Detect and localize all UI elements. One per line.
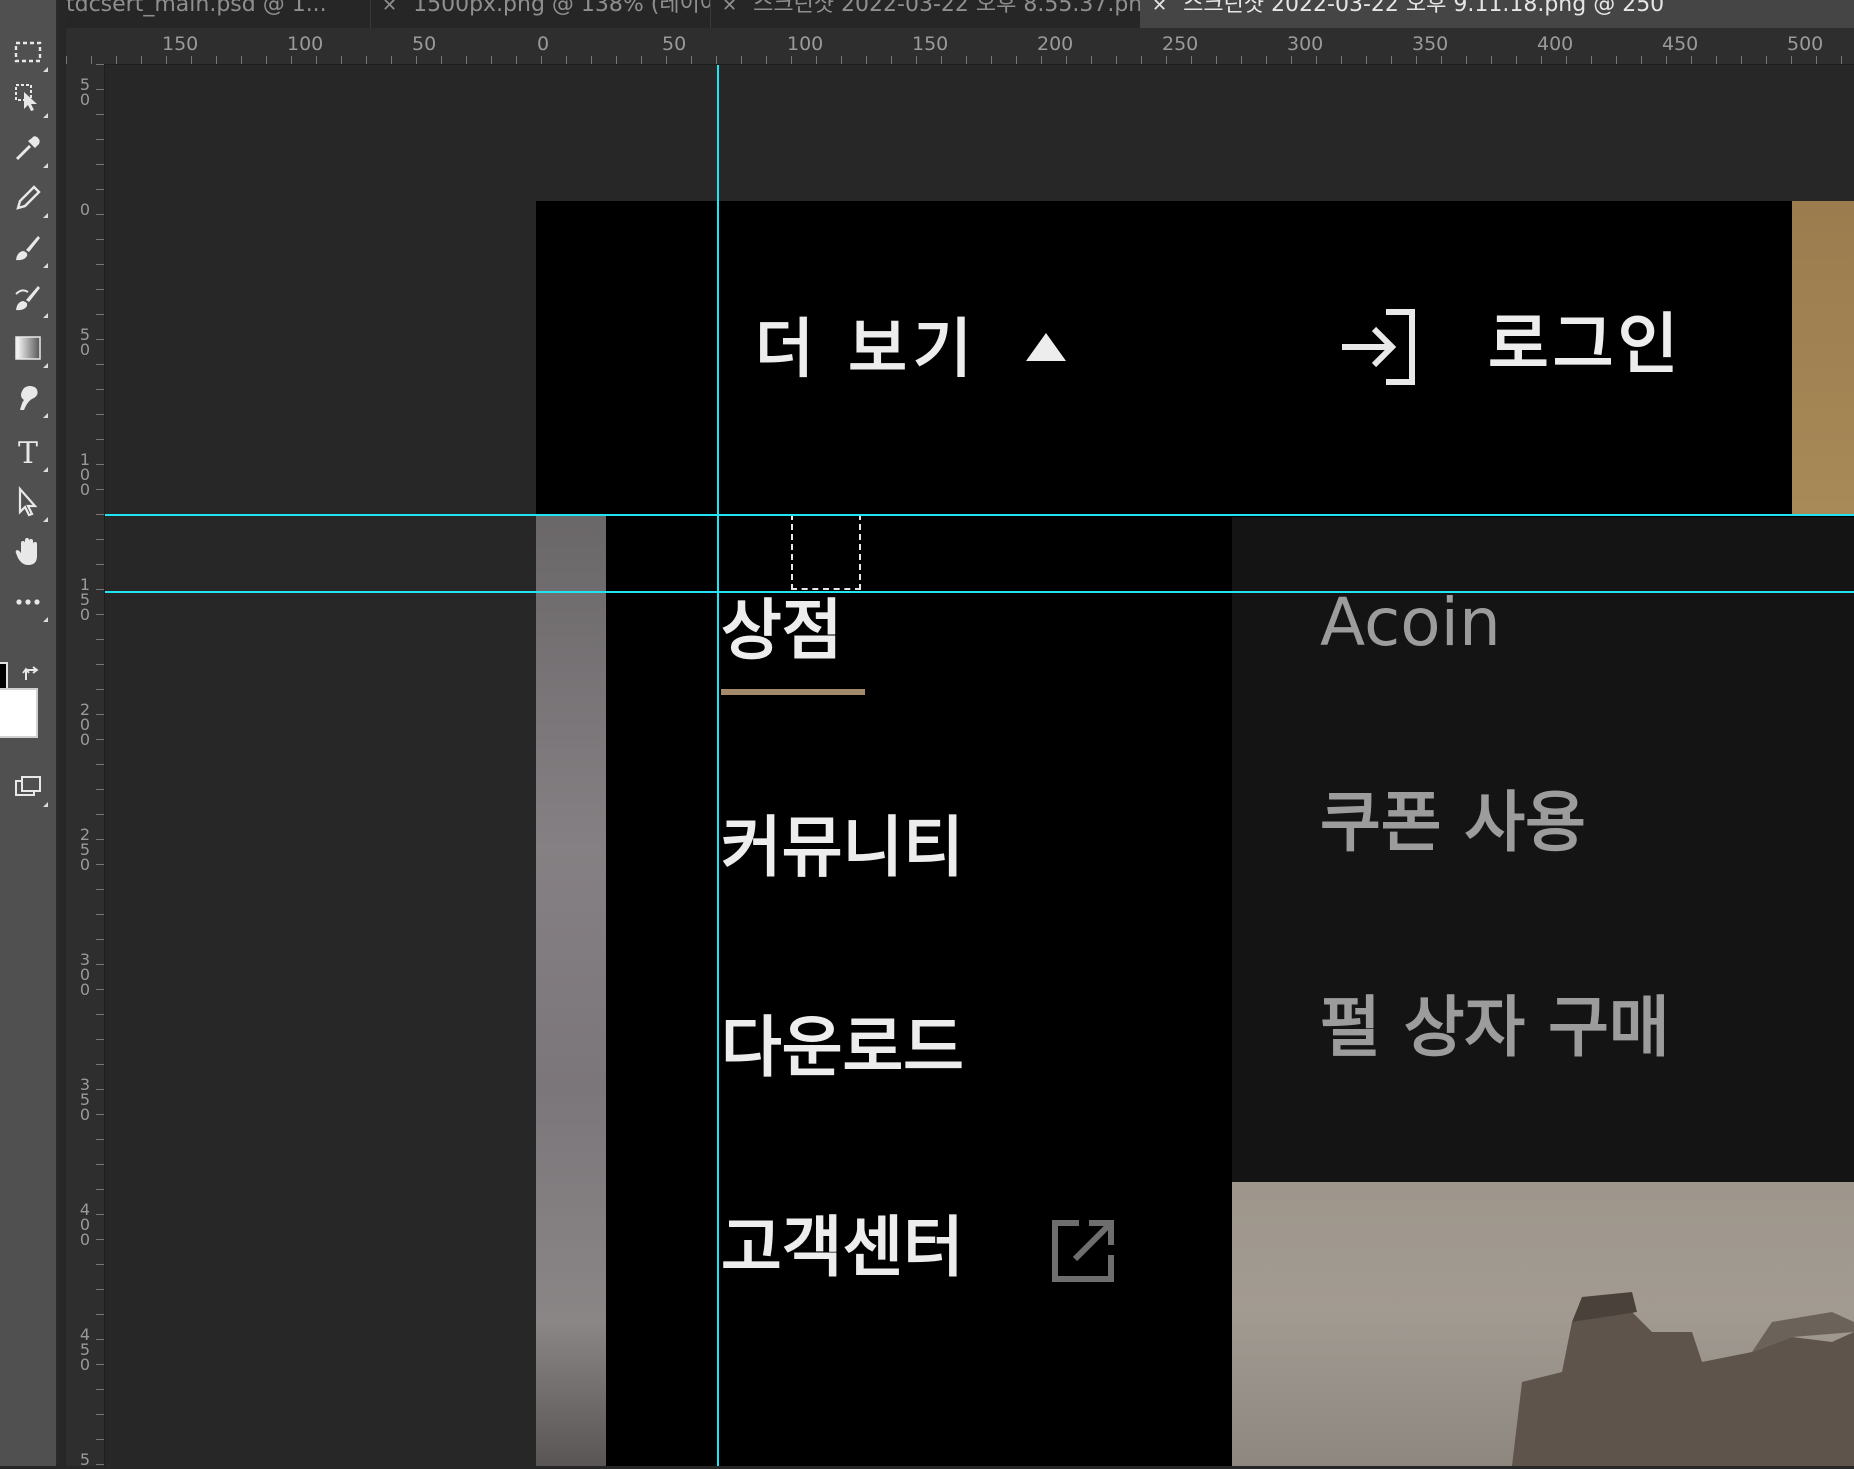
tab-label: 스크린샷 2022-03-22 오후 8.55.37.png bbox=[753, 0, 1141, 17]
submenu-item-pearl-box[interactable]: 펄 상자 구매 bbox=[1320, 990, 1670, 1066]
ruler-label: 100 bbox=[287, 33, 324, 55]
smudge-tool[interactable] bbox=[6, 376, 50, 420]
gradient-tool[interactable] bbox=[6, 326, 50, 370]
ruler-label: 450 bbox=[1662, 33, 1699, 55]
ruler-label: 400 bbox=[79, 1200, 91, 1249]
menu-item-support-label: 고객센터 bbox=[721, 1209, 964, 1286]
color-swatches[interactable] bbox=[0, 640, 56, 750]
login-arrow-icon[interactable] bbox=[1338, 302, 1428, 392]
path-select-tool[interactable] bbox=[6, 480, 50, 524]
screen-mode-icon bbox=[15, 776, 41, 796]
caret-up-icon bbox=[1026, 333, 1067, 361]
path-select-icon bbox=[18, 486, 38, 517]
guide-horizontal-2[interactable] bbox=[105, 591, 1854, 593]
ruler-label: 400 bbox=[1537, 33, 1574, 55]
marquee-tool[interactable] bbox=[6, 30, 50, 74]
canvas-area[interactable]: 더 보기 로그인 상점 커뮤니티 다운로드 고객센터 Acoin 쿠폰 사용 펄… bbox=[105, 65, 1854, 1466]
ruler-label: 300 bbox=[79, 950, 91, 999]
ruler-label: 200 bbox=[1037, 33, 1074, 55]
active-underline bbox=[721, 689, 865, 695]
menu-item-download[interactable]: 다운로드 bbox=[721, 1010, 964, 1086]
submenu-item-acoin[interactable]: Acoin bbox=[1320, 585, 1501, 661]
ruler-label: 300 bbox=[1287, 33, 1324, 55]
menu-item-shop[interactable]: 상점 bbox=[721, 593, 842, 669]
ruler-label: 50 bbox=[412, 33, 437, 55]
history-brush-icon bbox=[15, 286, 40, 311]
brush-tool[interactable] bbox=[6, 226, 50, 270]
vertical-ruler[interactable]: 50 0 50 100 150 200 250 300 350 400 450 … bbox=[66, 64, 105, 1469]
ruler-ticks bbox=[66, 56, 1842, 64]
close-icon[interactable]: ✕ bbox=[722, 0, 737, 16]
background-photo-strip bbox=[536, 515, 606, 1466]
eyedropper-icon bbox=[15, 136, 40, 161]
more-icon bbox=[16, 599, 40, 605]
horizontal-ruler[interactable]: 150 100 50 0 50 100 150 200 250 300 350 … bbox=[66, 28, 1854, 65]
ruler-label: 250 bbox=[79, 825, 91, 874]
history-brush-tool[interactable] bbox=[6, 276, 50, 320]
tab-label: tdcsert_main.psd @ 1... bbox=[66, 0, 327, 17]
ruler-label: 250 bbox=[1162, 33, 1199, 55]
ruler-label: 150 bbox=[912, 33, 949, 55]
ruler-label: 150 bbox=[79, 575, 91, 624]
pencil-icon bbox=[16, 185, 41, 210]
more-label: 더 보기 bbox=[755, 313, 978, 387]
ruler-label: 500 bbox=[1787, 33, 1824, 55]
type-icon: T bbox=[18, 436, 38, 468]
swap-colors-icon[interactable] bbox=[22, 664, 42, 684]
document-tab-bar: tdcsert_main.psd @ 1... ✕ 1500px.png @ 13… bbox=[66, 0, 1854, 28]
tab-document-4-active[interactable]: ✕ 스크린샷 2022-03-22 오후 9.11.18.png @ 250 bbox=[1140, 0, 1854, 28]
tab-label: 스크린샷 2022-03-22 오후 9.11.18.png @ 250 bbox=[1183, 0, 1665, 17]
pencil-tool[interactable] bbox=[6, 176, 50, 220]
marquee-selection[interactable] bbox=[791, 514, 861, 590]
login-button[interactable]: 로그인 bbox=[1488, 310, 1682, 380]
ruler-label: 50 bbox=[79, 325, 91, 359]
tab-document-3[interactable]: ✕ 스크린샷 2022-03-22 오후 8.55.37.png bbox=[710, 0, 1141, 28]
brush-icon bbox=[16, 236, 40, 261]
ruler-label: 350 bbox=[1412, 33, 1449, 55]
screen-mode-button[interactable] bbox=[6, 765, 50, 809]
ruler-label: 200 bbox=[79, 700, 91, 749]
external-link-icon bbox=[1049, 1215, 1119, 1285]
ruler-label: 150 bbox=[162, 33, 199, 55]
submenu-item-coupon[interactable]: 쿠폰 사용 bbox=[1320, 785, 1586, 861]
close-icon[interactable]: ✕ bbox=[1152, 0, 1167, 16]
type-tool[interactable]: T bbox=[6, 430, 50, 474]
ruler-label: 100 bbox=[787, 33, 824, 55]
tab-label: 1500px.png @ 138% (레이어... bbox=[413, 0, 711, 17]
ruler-label: 50 bbox=[662, 33, 687, 55]
marquee-icon bbox=[14, 41, 42, 63]
ruler-label: 100 bbox=[79, 450, 91, 499]
more-menu-toggle[interactable]: 더 보기 bbox=[755, 313, 1067, 387]
gradient-icon bbox=[15, 336, 41, 360]
tab-document-2[interactable]: ✕ 1500px.png @ 138% (레이어... bbox=[370, 0, 711, 28]
ruler-label: 5 bbox=[79, 1450, 91, 1469]
object-select-tool[interactable] bbox=[6, 76, 50, 120]
tools-panel: T bbox=[0, 0, 58, 1466]
ruler-label: 450 bbox=[79, 1325, 91, 1374]
guide-vertical[interactable] bbox=[717, 65, 719, 1466]
background-color[interactable] bbox=[0, 688, 38, 738]
more-tools-button[interactable] bbox=[6, 580, 50, 624]
hand-tool[interactable] bbox=[6, 530, 50, 574]
eyedropper-tool[interactable] bbox=[6, 126, 50, 170]
svg-text:T: T bbox=[18, 436, 38, 468]
menu-item-community[interactable]: 커뮤니티 bbox=[721, 810, 964, 886]
ruler-label: 0 bbox=[79, 200, 91, 219]
castle-photo bbox=[1232, 1182, 1854, 1466]
ruler-label: 350 bbox=[79, 1075, 91, 1124]
tab-document-1[interactable]: tdcsert_main.psd @ 1... bbox=[66, 0, 371, 28]
ruler-label: 50 bbox=[79, 75, 91, 109]
hand-icon bbox=[15, 538, 37, 565]
guide-horizontal-1[interactable] bbox=[105, 514, 1854, 516]
smudge-icon bbox=[20, 386, 38, 410]
castle-silhouette bbox=[1512, 1292, 1854, 1466]
object-select-icon bbox=[15, 84, 37, 111]
menu-item-support[interactable]: 고객센터 bbox=[721, 1210, 964, 1286]
banner-image-strip bbox=[1792, 201, 1854, 515]
close-icon[interactable]: ✕ bbox=[382, 0, 397, 16]
ruler-label: 0 bbox=[537, 33, 550, 55]
ruler-ticks bbox=[96, 64, 104, 1465]
